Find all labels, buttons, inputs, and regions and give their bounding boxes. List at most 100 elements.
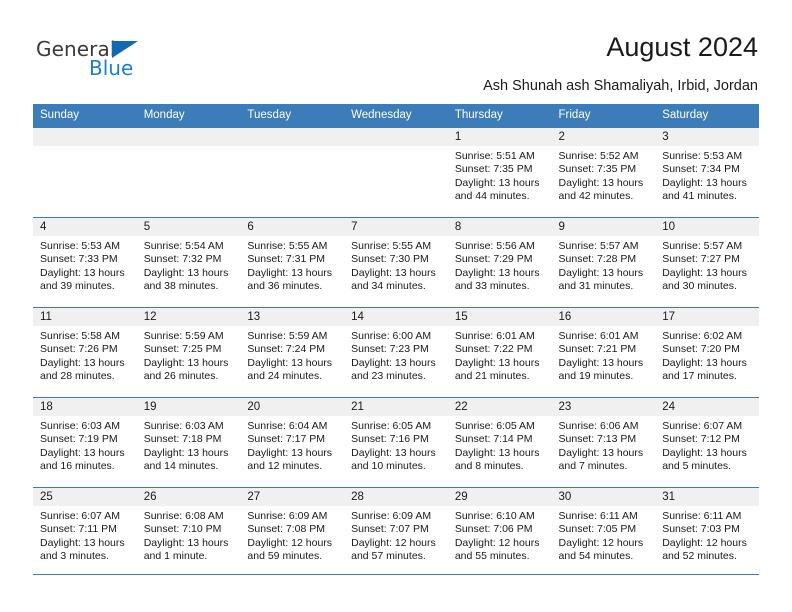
calendar-day-cell[interactable]: 20 Sunrise: 6:04 AM Sunset: 7:17 PM Dayligh…	[240, 397, 345, 488]
daylight-text-line2: and 31 minutes.	[558, 280, 634, 293]
day-number: 25	[33, 488, 137, 506]
daylight-text-line2: and 42 minutes.	[558, 190, 634, 203]
weekday-header-wednesday: Wednesday	[344, 104, 448, 128]
daylight-text-line2: and 36 minutes.	[247, 280, 323, 293]
daylight-text-line1: Daylight: 13 hours	[143, 536, 229, 549]
sunrise-text: Sunrise: 6:00 AM	[351, 330, 432, 342]
calendar-day-cell[interactable]: 30 Sunrise: 6:11 AM Sunset: 7:05 PM Dayligh…	[551, 487, 656, 578]
day-details: Sunrise: 5:59 AM Sunset: 7:24 PM Daylight:…	[240, 326, 344, 384]
sunset-text: Sunset: 7:33 PM	[40, 253, 118, 266]
sunset-text: Sunset: 7:11 PM	[40, 523, 117, 536]
sunrise-text: Sunrise: 6:09 AM	[351, 510, 432, 522]
calendar-day-cell[interactable]: 28 Sunrise: 6:09 AM Sunset: 7:07 PM Dayligh…	[344, 487, 448, 578]
calendar-day-cell[interactable]: 17 Sunrise: 6:02 AM Sunset: 7:20 PM Dayligh…	[655, 307, 759, 398]
weekday-header-tuesday: Tuesday	[240, 104, 345, 128]
daylight-text-line2: and 28 minutes.	[40, 370, 115, 383]
calendar-day-cell[interactable]: 3 Sunrise: 5:53 AM Sunset: 7:34 PM Daylight…	[655, 127, 759, 218]
calendar-day-cell[interactable]: 9 Sunrise: 5:57 AM Sunset: 7:28 PM Daylight…	[551, 217, 656, 308]
daylight-text-line1: Daylight: 13 hours	[247, 266, 333, 279]
sunset-text: Sunset: 7:14 PM	[454, 433, 533, 446]
day-details: Sunrise: 6:11 AM Sunset: 7:03 PM Daylight:…	[655, 506, 759, 564]
calendar-day-cell[interactable]: 25 Sunrise: 6:07 AM Sunset: 7:11 PM Dayligh…	[33, 487, 137, 578]
daylight-text-line1: Daylight: 13 hours	[351, 356, 436, 369]
calendar-day-cell[interactable]: 31 Sunrise: 6:11 AM Sunset: 7:03 PM Dayligh…	[655, 487, 759, 578]
daylight-text-line1: Daylight: 13 hours	[558, 176, 644, 189]
day-details: Sunrise: 6:00 AM Sunset: 7:23 PM Daylight:…	[344, 326, 448, 384]
sunset-text: Sunset: 7:03 PM	[662, 523, 740, 536]
sunrise-text: Sunrise: 5:57 AM	[558, 240, 639, 252]
daylight-text-line2: and 5 minutes.	[662, 460, 732, 473]
sunrise-text: Sunrise: 6:05 AM	[351, 420, 432, 432]
sunset-text: Sunset: 7:35 PM	[454, 163, 533, 176]
calendar-day-cell[interactable]: 16 Sunrise: 6:01 AM Sunset: 7:21 PM Dayligh…	[551, 307, 656, 398]
calendar-day-cell[interactable]: 12 Sunrise: 5:59 AM Sunset: 7:25 PM Dayligh…	[136, 307, 241, 398]
weekday-header-saturday: Saturday	[655, 104, 759, 128]
calendar-day-cell[interactable]: 18 Sunrise: 6:03 AM Sunset: 7:19 PM Dayligh…	[33, 397, 137, 488]
calendar-day-cell[interactable]: 24 Sunrise: 6:07 AM Sunset: 7:12 PM Dayligh…	[655, 397, 759, 488]
calendar-day-cell[interactable]: 21 Sunrise: 6:05 AM Sunset: 7:16 PM Dayligh…	[344, 397, 448, 488]
day-number: 11	[33, 308, 137, 326]
calendar-day-cell[interactable]: 4 Sunrise: 5:53 AM Sunset: 7:33 PM Daylight…	[33, 217, 137, 308]
sunset-text: Sunset: 7:07 PM	[351, 523, 429, 536]
calendar-day-cell-empty	[240, 127, 345, 218]
daylight-text-line2: and 3 minutes.	[40, 550, 109, 563]
calendar-day-cell-empty	[344, 127, 448, 218]
daylight-text-line1: Daylight: 13 hours	[143, 446, 229, 459]
day-number: 13	[240, 308, 345, 326]
daylight-text-line1: Daylight: 13 hours	[351, 266, 436, 279]
calendar-day-cell[interactable]: 8 Sunrise: 5:56 AM Sunset: 7:29 PM Daylight…	[447, 217, 552, 308]
calendar-day-cell-empty	[136, 127, 241, 218]
daylight-text-line2: and 57 minutes.	[351, 550, 426, 563]
day-details: Sunrise: 6:06 AM Sunset: 7:13 PM Daylight:…	[552, 416, 656, 474]
calendar-day-cell[interactable]: 7 Sunrise: 5:55 AM Sunset: 7:30 PM Daylight…	[344, 217, 448, 308]
calendar-table: Sunday Monday Tuesday Wednesday Thursday…	[33, 104, 759, 578]
calendar-week-row: 11 Sunrise: 5:58 AM Sunset: 7:26 PM Dayligh…	[33, 307, 759, 398]
sunrise-text: Sunrise: 6:04 AM	[247, 420, 328, 432]
sunset-text: Sunset: 7:24 PM	[247, 343, 326, 356]
sunset-text: Sunset: 7:32 PM	[143, 253, 222, 266]
calendar-day-cell[interactable]: 15 Sunrise: 6:01 AM Sunset: 7:22 PM Dayligh…	[447, 307, 552, 398]
daylight-text-line1: Daylight: 12 hours	[662, 536, 747, 549]
sunset-text: Sunset: 7:27 PM	[662, 253, 740, 266]
calendar-day-cell[interactable]: 27 Sunrise: 6:09 AM Sunset: 7:08 PM Dayligh…	[240, 487, 345, 578]
daylight-text-line1: Daylight: 13 hours	[247, 356, 333, 369]
day-number	[344, 128, 448, 146]
calendar-day-cell[interactable]: 23 Sunrise: 6:06 AM Sunset: 7:13 PM Dayligh…	[551, 397, 656, 488]
calendar-day-cell[interactable]: 14 Sunrise: 6:00 AM Sunset: 7:23 PM Dayligh…	[344, 307, 448, 398]
sunrise-text: Sunrise: 5:58 AM	[40, 330, 120, 342]
daylight-text-line1: Daylight: 12 hours	[351, 536, 436, 549]
sunrise-text: Sunrise: 6:07 AM	[40, 510, 120, 522]
calendar-day-cell[interactable]: 10 Sunrise: 5:57 AM Sunset: 7:27 PM Dayligh…	[655, 217, 759, 308]
sunrise-text: Sunrise: 6:11 AM	[558, 510, 638, 522]
day-number: 29	[447, 488, 552, 506]
sunset-text: Sunset: 7:29 PM	[454, 253, 533, 266]
calendar-week-row: 25 Sunrise: 6:07 AM Sunset: 7:11 PM Dayligh…	[33, 487, 759, 578]
calendar-day-cell[interactable]: 22 Sunrise: 6:05 AM Sunset: 7:14 PM Dayligh…	[447, 397, 552, 488]
calendar-day-cell[interactable]: 1 Sunrise: 5:51 AM Sunset: 7:35 PM Daylight…	[447, 127, 552, 218]
calendar-header-row: Sunday Monday Tuesday Wednesday Thursday…	[33, 104, 759, 128]
daylight-text-line2: and 41 minutes.	[662, 190, 737, 203]
calendar-day-cell[interactable]: 5 Sunrise: 5:54 AM Sunset: 7:32 PM Daylight…	[136, 217, 241, 308]
sunrise-text: Sunrise: 5:53 AM	[40, 240, 120, 252]
calendar-day-cell[interactable]: 29 Sunrise: 6:10 AM Sunset: 7:06 PM Dayligh…	[447, 487, 552, 578]
daylight-text-line2: and 16 minutes.	[40, 460, 115, 473]
calendar-day-cell[interactable]: 6 Sunrise: 5:55 AM Sunset: 7:31 PM Daylight…	[240, 217, 345, 308]
day-details: Sunrise: 5:55 AM Sunset: 7:30 PM Daylight:…	[344, 236, 448, 294]
day-number: 28	[344, 488, 448, 506]
calendar-day-cell[interactable]: 11 Sunrise: 5:58 AM Sunset: 7:26 PM Dayligh…	[33, 307, 137, 398]
day-details: Sunrise: 6:09 AM Sunset: 7:08 PM Daylight:…	[240, 506, 344, 564]
page-title: August 2024	[606, 32, 758, 62]
sunrise-text: Sunrise: 5:52 AM	[558, 150, 639, 162]
calendar-day-cell[interactable]: 26 Sunrise: 6:08 AM Sunset: 7:10 PM Dayligh…	[136, 487, 241, 578]
day-details: Sunrise: 5:56 AM Sunset: 7:29 PM Daylight:…	[448, 236, 552, 294]
daylight-text-line2: and 38 minutes.	[143, 280, 219, 293]
day-details: Sunrise: 5:59 AM Sunset: 7:25 PM Daylight:…	[137, 326, 241, 384]
daylight-text-line1: Daylight: 13 hours	[143, 356, 229, 369]
calendar-day-cell[interactable]: 13 Sunrise: 5:59 AM Sunset: 7:24 PM Dayligh…	[240, 307, 345, 398]
brand-logo[interactable]: General Blue	[36, 38, 166, 82]
sunset-text: Sunset: 7:30 PM	[351, 253, 429, 266]
sunrise-text: Sunrise: 5:53 AM	[662, 150, 743, 162]
calendar-day-cell[interactable]: 19 Sunrise: 6:03 AM Sunset: 7:18 PM Dayligh…	[136, 397, 241, 488]
day-number: 9	[551, 218, 656, 236]
calendar-day-cell[interactable]: 2 Sunrise: 5:52 AM Sunset: 7:35 PM Daylight…	[551, 127, 656, 218]
